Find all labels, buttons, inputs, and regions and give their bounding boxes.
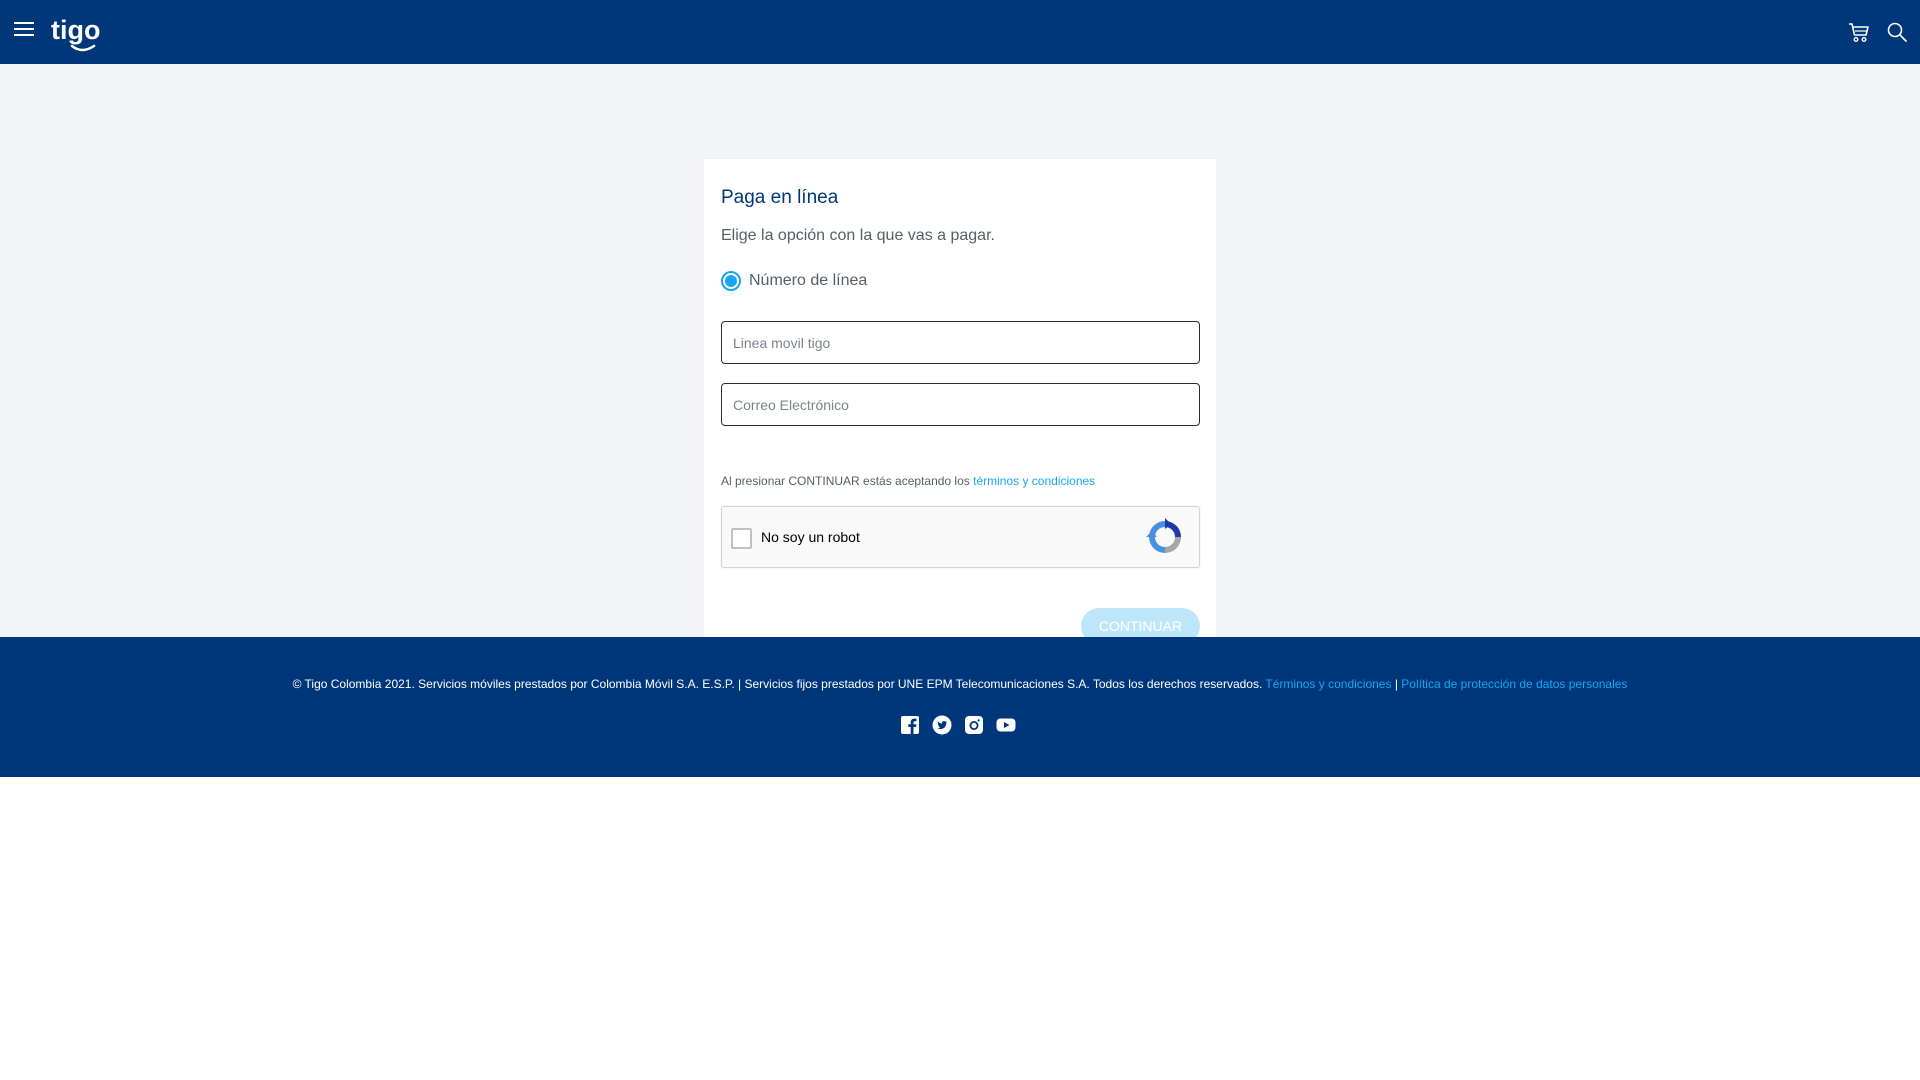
payment-card: Paga en línea Elige la opción con la que… [704, 159, 1216, 670]
mobile-line-input[interactable] [721, 321, 1200, 364]
recaptcha-widget: No soy un robot [721, 506, 1200, 568]
terms-notice-text: Al presionar CONTINUAR estás aceptando l… [721, 474, 974, 488]
social-links [900, 715, 1016, 735]
footer-copyright: © Tigo Colombia 2021. Servicios móviles … [292, 677, 1266, 691]
logo-wordmark: tigo [51, 15, 100, 45]
terms-link[interactable]: términos y condiciones [973, 474, 1095, 488]
terms-notice: Al presionar CONTINUAR estás aceptando l… [721, 474, 1095, 488]
footer-separator: | [1391, 677, 1402, 691]
hamburger-menu-icon[interactable] [14, 22, 34, 38]
footer-legal: © Tigo Colombia 2021. Servicios móviles … [0, 677, 1920, 691]
recaptcha-label: No soy un robot [761, 529, 860, 545]
facebook-icon[interactable] [900, 715, 920, 735]
email-input[interactable] [721, 383, 1200, 426]
line-number-radio[interactable] [721, 271, 741, 291]
recaptcha-logo-icon [1146, 518, 1181, 553]
shopping-cart-icon[interactable] [1847, 20, 1871, 44]
instagram-icon[interactable] [964, 715, 984, 735]
footer-terms-link[interactable]: Términos y condiciones [1265, 677, 1391, 691]
recaptcha-checkbox[interactable] [731, 528, 752, 549]
tigo-logo[interactable]: tigo [50, 10, 110, 54]
footer-privacy-link[interactable]: Política de protección de datos personal… [1401, 677, 1627, 691]
payment-option-prompt: Elige la opción con la que vas a pagar. [721, 227, 995, 244]
page-title: Paga en línea [721, 187, 839, 208]
top-header: tigo [0, 0, 1920, 64]
page-footer: © Tigo Colombia 2021. Servicios móviles … [0, 637, 1920, 777]
line-number-radio-label: Número de línea [749, 272, 868, 289]
twitter-icon[interactable] [932, 715, 952, 735]
radio-selected-dot [725, 275, 737, 287]
line-number-option[interactable]: Número de línea [721, 269, 867, 293]
search-icon[interactable] [1886, 21, 1908, 43]
main-content: Paga en línea Elige la opción con la que… [0, 64, 1920, 670]
youtube-icon[interactable] [996, 715, 1016, 735]
